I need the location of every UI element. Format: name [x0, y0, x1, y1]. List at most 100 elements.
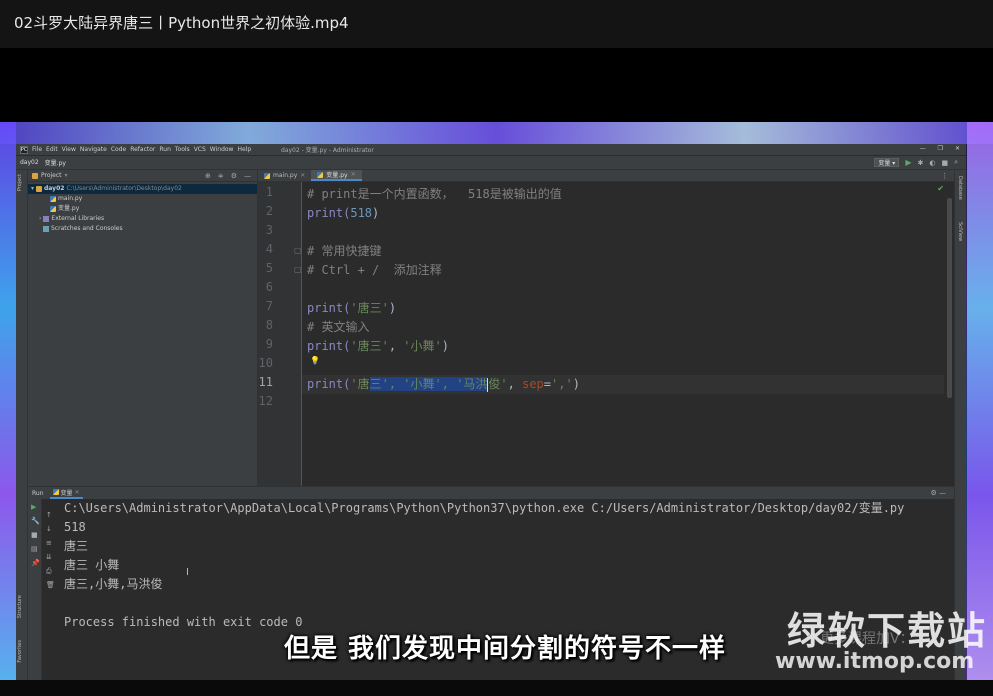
editor-tabs: main.py ✕ 变量.py ✕ ⋮ — [258, 170, 954, 182]
code-token: ',' — [551, 377, 573, 391]
line-number: 7 — [265, 299, 273, 313]
run-panel-label: Run — [32, 489, 44, 497]
tree-external-libraries[interactable]: › External Libraries — [28, 214, 257, 224]
collapse-icon[interactable]: ≑ — [218, 172, 224, 180]
line-number: 9 — [265, 337, 273, 351]
tab-main-py[interactable]: main.py ✕ — [258, 170, 311, 181]
run-icon[interactable]: ▶ — [905, 158, 911, 167]
video-frame[interactable]: PC File Edit View Navigate Code Refactor… — [0, 122, 993, 680]
scroll-end-icon[interactable]: ⇊ — [46, 553, 52, 561]
line-number: 1 — [265, 185, 273, 199]
menu-help[interactable]: Help — [237, 146, 251, 153]
project-tool-tab[interactable]: Project — [17, 174, 23, 191]
console-output[interactable]: C:\Users\Administrator\AppData\Local\Pro… — [64, 499, 904, 632]
arrow-down-icon[interactable]: ↓ — [46, 525, 52, 533]
left-tool-strip: Project Structure Favorites — [16, 170, 28, 680]
tree-file-main[interactable]: main.py — [28, 194, 257, 204]
code-editor: main.py ✕ 变量.py ✕ ⋮ 1 2 3 4 5 6 7 8 9 10… — [258, 170, 954, 486]
wrap-icon[interactable]: ≡ — [46, 539, 52, 547]
rerun-icon[interactable]: ▶ — [31, 503, 36, 511]
code-line-2: print(518) — [307, 204, 379, 223]
tree-root-label: day02 — [44, 185, 65, 192]
code-selection: '小舞', — [403, 377, 457, 391]
structure-tool-tab[interactable]: Structure — [17, 595, 23, 618]
close-tab-icon[interactable]: ✕ — [351, 171, 356, 178]
close-tab-icon[interactable]: ✕ — [75, 489, 80, 496]
gear-icon[interactable]: ⚙ — [231, 172, 237, 180]
video-title: 02斗罗大陆异界唐三丨Python世界之初体验.mp4 — [0, 0, 993, 48]
tree-file-bianliang[interactable]: 变量.py — [28, 204, 257, 214]
close-icon[interactable]: ✕ — [955, 145, 960, 152]
tree-scratches[interactable]: Scratches and Consoles — [28, 224, 257, 234]
code-token: print( — [307, 377, 351, 391]
menu-navigate[interactable]: Navigate — [80, 146, 107, 153]
python-file-icon — [264, 172, 270, 179]
debug-icon[interactable]: ✱ — [917, 159, 923, 167]
code-token: 518 — [350, 206, 373, 220]
chevron-down-icon[interactable]: ▾ — [65, 172, 68, 179]
run-panel-header: Run 变量 ✕ ⚙ — — [28, 487, 954, 499]
sciview-tool-tab[interactable]: SciView — [957, 222, 963, 241]
menu-tools[interactable]: Tools — [175, 146, 190, 153]
menu-refactor[interactable]: Refactor — [130, 146, 155, 153]
gear-icon[interactable]: ⚙ — — [930, 489, 946, 497]
coverage-icon[interactable]: ◐ — [929, 159, 935, 167]
minimize-icon[interactable]: — — [920, 145, 926, 152]
layout-icon[interactable]: ▤ — [31, 545, 38, 553]
tab-label: 变量.py — [326, 172, 348, 179]
line-number: 12 — [258, 394, 273, 408]
pin-icon[interactable]: 📌 — [31, 559, 40, 567]
trash-icon[interactable]: 🗑 — [46, 581, 55, 589]
code-token: ) — [572, 377, 580, 391]
stop-icon[interactable]: ■ — [31, 531, 38, 539]
letterbox-top — [0, 48, 993, 122]
tab-bianliang-py[interactable]: 变量.py ✕ — [311, 170, 362, 181]
locate-icon[interactable]: ⊕ — [205, 172, 211, 180]
menu-window[interactable]: Window — [210, 146, 234, 153]
breadcrumb-file[interactable]: 变量.py — [45, 158, 66, 167]
tree-root-day02[interactable]: ▾ day02 C:\Users\Administrator\Desktop\d… — [28, 184, 257, 194]
lightbulb-icon[interactable]: 💡 — [310, 356, 320, 365]
close-tab-icon[interactable]: ✕ — [300, 172, 305, 179]
run-toolbar: 变量 ▾ ▶ ✱ ◐ ■ ⌕ — [874, 158, 958, 167]
project-panel-label[interactable]: Project — [41, 172, 62, 179]
breadcrumb-project[interactable]: day02 — [20, 159, 39, 166]
maximize-icon[interactable]: ❐ — [938, 145, 943, 152]
editor-scrollbar[interactable] — [947, 198, 952, 398]
console-line: 518 — [64, 520, 86, 534]
inspection-ok-icon[interactable]: ✔ — [937, 184, 944, 193]
print-icon[interactable]: ⎙ — [46, 567, 52, 576]
ide-menubar: PC File Edit View Navigate Code Refactor… — [16, 144, 966, 156]
tab-label: main.py — [273, 172, 298, 179]
menu-code[interactable]: Code — [111, 146, 126, 153]
run-tab[interactable]: 变量 ✕ — [49, 488, 83, 499]
fold-icon[interactable]: ▢ — [294, 265, 302, 274]
console-line: C:\Users\Administrator\AppData\Local\Pro… — [64, 501, 905, 515]
more-tabs-icon[interactable]: ⋮ — [941, 172, 948, 180]
code-token: '唐三' — [350, 339, 389, 353]
menu-run[interactable]: Run — [159, 146, 171, 153]
code-token: ) — [372, 206, 380, 220]
database-tool-tab[interactable]: Database — [957, 176, 963, 200]
menu-edit[interactable]: Edit — [46, 146, 58, 153]
menu-file[interactable]: File — [32, 146, 42, 153]
console-line: 唐三,小舞,马洪俊 — [64, 577, 163, 591]
tree-root-path: C:\Users\Administrator\Desktop\day02 — [66, 185, 182, 192]
navigation-bar: day02 变量.py 变量 ▾ ▶ ✱ ◐ ■ ⌕ — [16, 156, 966, 170]
hide-icon[interactable]: — — [244, 172, 251, 180]
tree-file-label: 变量.py — [58, 205, 80, 212]
wrench-icon[interactable]: 🔧 — [31, 517, 40, 525]
code-area[interactable]: # print是一个内置函数， 518是被输出的值 print(518) # 常… — [307, 182, 954, 486]
menu-vcs[interactable]: VCS — [194, 146, 206, 153]
chevron-right-icon: › — [39, 215, 42, 222]
search-icon[interactable]: ⌕ — [954, 158, 958, 167]
code-token: sep — [522, 377, 544, 391]
arrow-up-icon[interactable]: ↑ — [46, 511, 52, 519]
line-number-current: 11 — [258, 375, 273, 389]
fold-icon[interactable]: ▢ — [294, 246, 302, 255]
menu-view[interactable]: View — [62, 146, 76, 153]
stop-icon[interactable]: ■ — [941, 159, 948, 167]
run-config-dropdown[interactable]: 变量 ▾ — [874, 158, 900, 167]
tree-scratches-label: Scratches and Consoles — [51, 225, 123, 232]
